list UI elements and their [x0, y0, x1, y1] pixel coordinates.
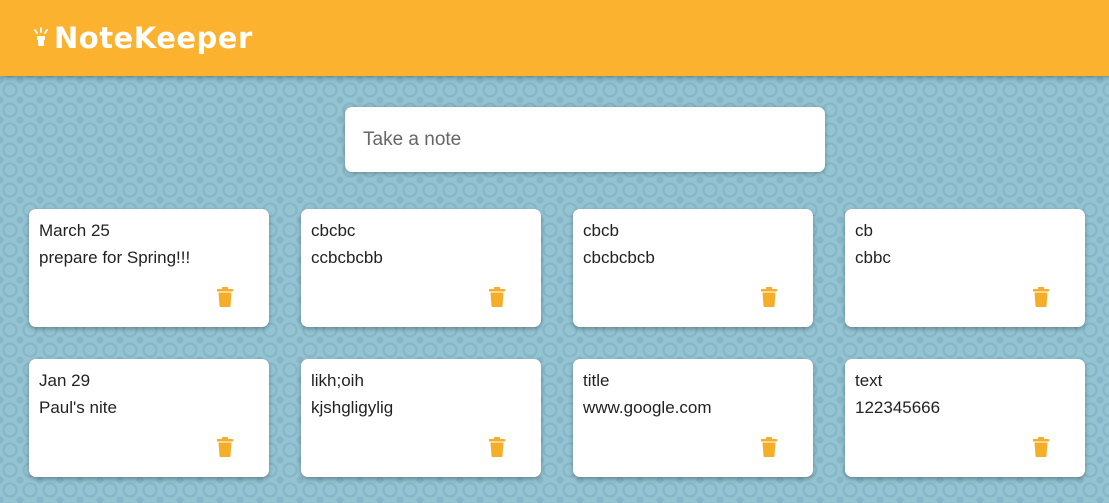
note-card: Jan 29 Paul's nite — [29, 359, 269, 477]
note-card: text 122345666 — [845, 359, 1085, 477]
trash-icon — [217, 287, 233, 307]
delete-note-button[interactable] — [489, 437, 505, 457]
note-card: cbcb cbcbcbcb — [573, 209, 813, 327]
note-content: cbcbcbcb — [583, 248, 655, 267]
note-card: likh;oih kjshgligylig — [301, 359, 541, 477]
trash-icon — [217, 437, 233, 457]
trash-icon — [1033, 437, 1049, 457]
take-note-input[interactable] — [345, 107, 825, 172]
note-content: Paul's nite — [39, 398, 117, 417]
note-title: Jan 29 — [39, 371, 91, 390]
note-content: kjshgligylig — [311, 398, 394, 417]
trash-icon — [489, 437, 505, 457]
create-note-form — [345, 107, 825, 172]
note-card: cb cbbc — [845, 209, 1085, 327]
delete-note-button[interactable] — [761, 437, 777, 457]
delete-note-button[interactable] — [761, 287, 777, 307]
app-header: NoteKeeper — [0, 0, 1109, 76]
note-content: cbbc — [855, 248, 891, 267]
trash-icon — [761, 437, 777, 457]
note-title: cb — [855, 221, 873, 240]
note-title: title — [583, 371, 610, 390]
note-card: March 25 prepare for Spring!!! — [29, 209, 269, 327]
note-content: 122345666 — [855, 398, 941, 417]
trash-icon — [1033, 287, 1049, 307]
note-content: www.google.com — [583, 398, 712, 417]
note-content: prepare for Spring!!! — [39, 248, 191, 267]
delete-note-button[interactable] — [217, 437, 233, 457]
note-title: cbcb — [583, 221, 619, 240]
note-title: March 25 — [39, 221, 110, 240]
note-title: likh;oih — [311, 371, 364, 390]
app-title: NoteKeeper — [54, 21, 253, 55]
trash-icon — [761, 287, 777, 307]
note-content: ccbcbcbb — [311, 248, 383, 267]
trash-icon — [489, 287, 505, 307]
delete-note-button[interactable] — [489, 287, 505, 307]
delete-note-button[interactable] — [1033, 437, 1049, 457]
note-card: title www.google.com — [573, 359, 813, 477]
lightbulb-icon — [32, 25, 50, 51]
note-card: cbcbc ccbcbcbb — [301, 209, 541, 327]
delete-note-button[interactable] — [1033, 287, 1049, 307]
note-title: text — [855, 371, 883, 390]
note-title: cbcbc — [311, 221, 356, 240]
delete-note-button[interactable] — [217, 287, 233, 307]
app-logo[interactable]: NoteKeeper — [32, 21, 253, 55]
